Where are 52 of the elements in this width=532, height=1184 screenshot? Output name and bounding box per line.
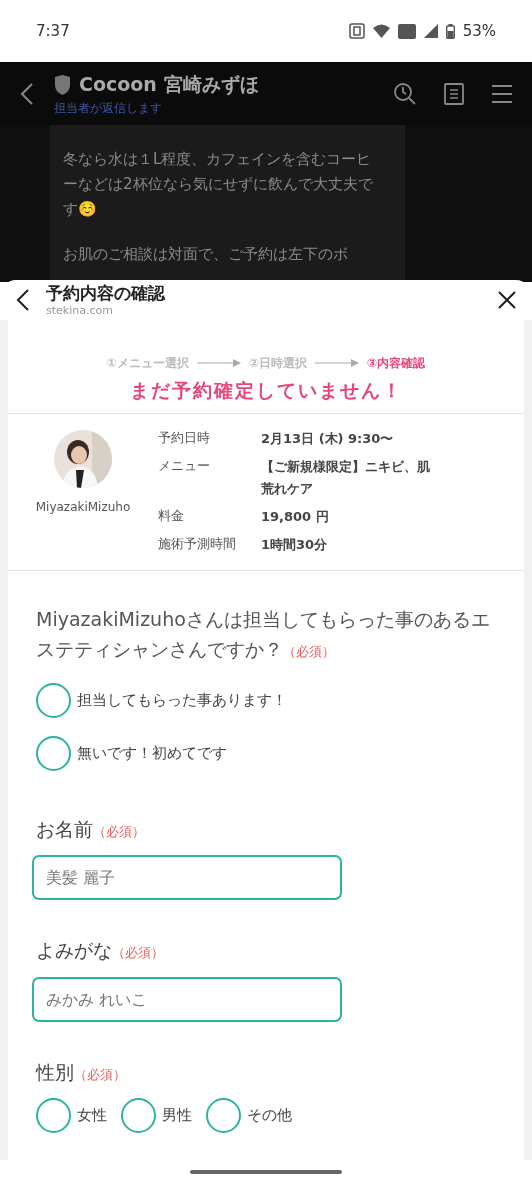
- chat-subtitle: 担当者が返信します: [54, 99, 163, 117]
- detail-value: 2月13日 (木) 9:30〜: [261, 429, 395, 448]
- detail-label: 施術予測時間: [158, 534, 237, 553]
- battery-icon: [445, 23, 455, 39]
- status-time: 7:37: [36, 20, 70, 42]
- detail-label: メニュー: [158, 456, 211, 475]
- required-label: （必須）: [112, 944, 164, 962]
- back-icon[interactable]: [16, 288, 30, 312]
- close-icon[interactable]: [498, 291, 516, 309]
- text-input-field[interactable]: みかみ れいこ: [32, 976, 342, 1022]
- field-label: よみがな: [36, 938, 112, 963]
- field-label: お名前: [36, 816, 93, 842]
- radio-option[interactable]: 無いです！初めてです: [36, 735, 496, 771]
- radio-option[interactable]: 男性: [121, 1098, 192, 1133]
- step-label: ①メニュー選択: [106, 355, 189, 372]
- history-icon[interactable]: [394, 82, 416, 105]
- radio-option[interactable]: 女性: [36, 1098, 107, 1133]
- detail-value: 19,800 円: [261, 507, 330, 526]
- radio-option[interactable]: その他: [206, 1098, 292, 1133]
- arrow-icon: [315, 359, 360, 367]
- battery-level: 53%: [462, 20, 496, 42]
- arrow-icon: [196, 359, 241, 367]
- shield-icon: [54, 74, 71, 95]
- radio-button[interactable]: [121, 1098, 156, 1133]
- chat-title: Cocoon 宮崎みずほ: [79, 72, 259, 98]
- radio-button[interactable]: [36, 682, 71, 718]
- sheet-title: 予約内容の確認: [46, 282, 165, 304]
- nfc-icon: [348, 23, 365, 39]
- detail-value: 1時間30分: [261, 535, 329, 554]
- message-text: 冬なら水は１L程度、カフェインを含むコーヒーなどは2杯位なら気にせずに飲んで大丈夫です☺: [63, 149, 374, 220]
- message-text: お肌のご相談は対面で、ご予約は左下のボ: [63, 244, 349, 265]
- detail-value: 【ご新規様限定】ニキビ、肌荒れケア: [261, 457, 431, 498]
- detail-label: 予約日時: [158, 428, 211, 447]
- step-label: ③内容確認: [367, 355, 426, 372]
- wifi-icon: [372, 24, 390, 38]
- radio-option[interactable]: 担当してもらった事あります！: [36, 682, 496, 718]
- text-input-field[interactable]: 美髪 麗子: [32, 855, 342, 900]
- required-label: （必須）: [74, 1065, 126, 1084]
- signal-icon: [423, 24, 438, 38]
- notes-icon[interactable]: [444, 82, 464, 105]
- radio-button[interactable]: [206, 1098, 241, 1133]
- step-label: ②日時選択: [248, 355, 308, 372]
- detail-label: 料金: [158, 506, 185, 525]
- question-text: MiyazakiMizuhoさんは担当してもらった事のあるエステティシャンさんですか？（必須）: [36, 606, 491, 662]
- radio-button[interactable]: [36, 735, 71, 771]
- warning-text: まだ予約確定していません！: [128, 378, 404, 403]
- field-label: 性別: [36, 1059, 74, 1085]
- required-label: （必須）: [93, 822, 145, 841]
- sheet-url: stekina.com: [46, 303, 114, 318]
- stylist-name: MiyazakiMizuho: [35, 498, 131, 516]
- radio-button[interactable]: [36, 1098, 71, 1133]
- menu-icon[interactable]: [492, 84, 512, 103]
